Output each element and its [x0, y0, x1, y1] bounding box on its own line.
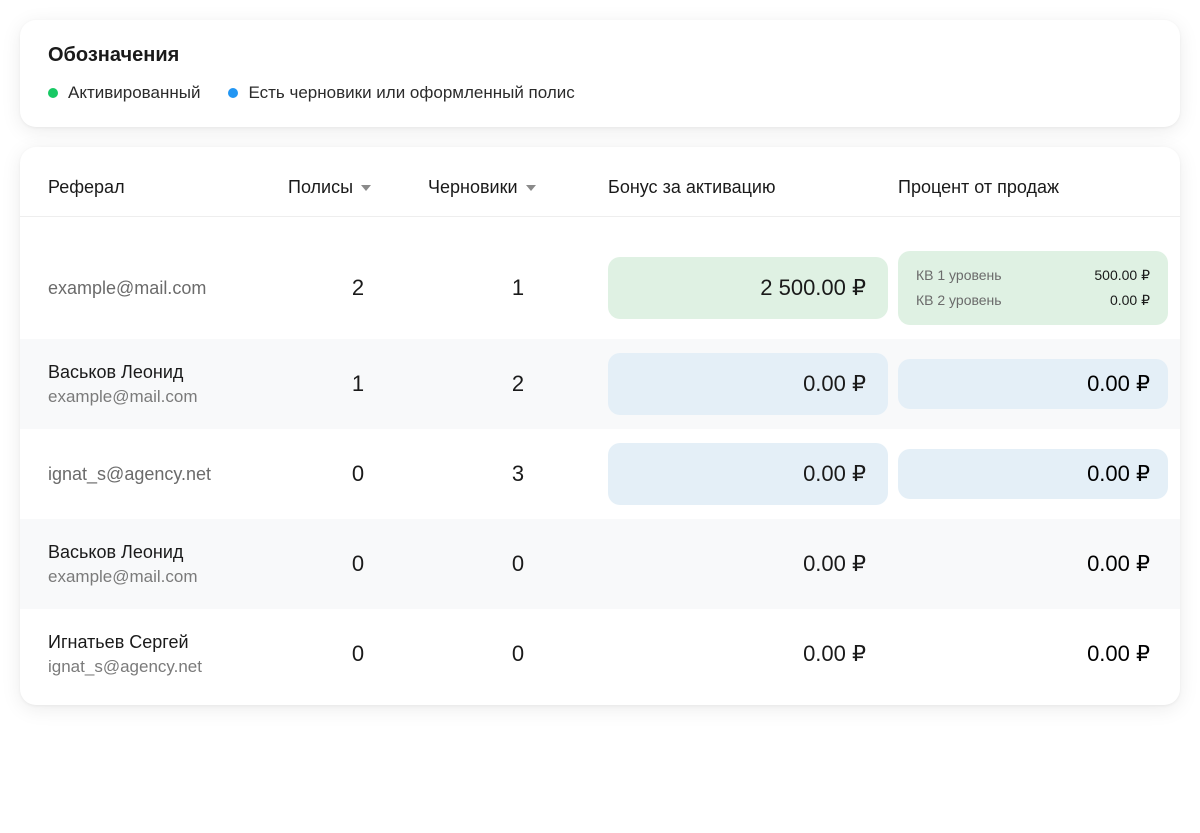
referral-cell: ignat_s@agency.net	[48, 464, 288, 485]
kv-level-1: КВ 1 уровень500.00 ₽	[916, 263, 1150, 288]
header-referral: Реферал	[48, 177, 288, 198]
drafts-cell: 1	[428, 275, 608, 301]
drafts-cell: 2	[428, 371, 608, 397]
policies-cell: 1	[288, 371, 428, 397]
referral-cell: example@mail.com	[48, 278, 288, 299]
bonus-cell: 0.00 ₽	[608, 623, 888, 685]
table-row[interactable]: example@mail.com212 500.00 ₽КВ 1 уровень…	[20, 237, 1180, 339]
referral-name: Васьков Леонид	[48, 542, 288, 563]
header-policies-label: Полисы	[288, 177, 353, 198]
referral-email: example@mail.com	[48, 387, 288, 407]
bonus-cell: 2 500.00 ₽	[608, 257, 888, 319]
referral-email: ignat_s@agency.net	[48, 464, 288, 485]
drafts-cell: 0	[428, 551, 608, 577]
policies-cell: 0	[288, 551, 428, 577]
referrals-table: Реферал Полисы Черновики Бонус за актива…	[20, 147, 1180, 705]
policies-cell: 0	[288, 461, 428, 487]
referral-name: Игнатьев Сергей	[48, 632, 288, 653]
percent-cell: 0.00 ₽	[898, 629, 1178, 679]
header-drafts[interactable]: Черновики	[428, 177, 608, 198]
table-row[interactable]: Игнатьев Сергейignat_s@agency.net000.00 …	[20, 609, 1180, 699]
bonus-cell: 0.00 ₽	[608, 443, 888, 505]
percent-cell: 0.00 ₽	[898, 449, 1178, 499]
referral-email: ignat_s@agency.net	[48, 657, 288, 677]
referral-email: example@mail.com	[48, 567, 288, 587]
header-policies[interactable]: Полисы	[288, 177, 428, 198]
table-row[interactable]: ignat_s@agency.net030.00 ₽0.00 ₽	[20, 429, 1180, 519]
referral-email: example@mail.com	[48, 278, 288, 299]
caret-down-icon	[526, 185, 536, 191]
legend-title: Обозначения	[48, 44, 1152, 67]
policies-cell: 0	[288, 641, 428, 667]
referral-cell: Васьков Леонид example@mail.com	[48, 542, 288, 587]
header-bonus: Бонус за активацию	[608, 177, 898, 198]
drafts-cell: 3	[428, 461, 608, 487]
legend-item-drafts: Есть черновики или оформленный полис	[228, 83, 574, 103]
bonus-cell: 0.00 ₽	[608, 533, 888, 595]
referral-cell: Игнатьев Сергей ignat_s@agency.net	[48, 632, 288, 677]
table-header: Реферал Полисы Черновики Бонус за актива…	[20, 167, 1180, 217]
kv-level-2: КВ 2 уровень0.00 ₽	[916, 288, 1150, 313]
percent-cell: КВ 1 уровень500.00 ₽КВ 2 уровень0.00 ₽	[898, 251, 1178, 325]
legend-label: Есть черновики или оформленный полис	[248, 83, 574, 103]
table-body: example@mail.com212 500.00 ₽КВ 1 уровень…	[20, 227, 1180, 699]
percent-cell: 0.00 ₽	[898, 539, 1178, 589]
drafts-cell: 0	[428, 641, 608, 667]
legend-label: Активированный	[68, 83, 200, 103]
legend-card: Обозначения Активированный Есть черновик…	[20, 20, 1180, 127]
referral-cell: Васьков Леонид example@mail.com	[48, 362, 288, 407]
legend-item-activated: Активированный	[48, 83, 200, 103]
header-percent: Процент от продаж	[898, 177, 1178, 198]
percent-cell: 0.00 ₽	[898, 359, 1178, 409]
caret-down-icon	[361, 185, 371, 191]
legend-items: Активированный Есть черновики или оформл…	[48, 83, 1152, 103]
bonus-cell: 0.00 ₽	[608, 353, 888, 415]
table-row[interactable]: Васьков Леонидexample@mail.com000.00 ₽0.…	[20, 519, 1180, 609]
dot-green-icon	[48, 88, 58, 98]
header-drafts-label: Черновики	[428, 177, 518, 198]
referral-name: Васьков Леонид	[48, 362, 288, 383]
policies-cell: 2	[288, 275, 428, 301]
dot-blue-icon	[228, 88, 238, 98]
table-row[interactable]: Васьков Леонидexample@mail.com120.00 ₽0.…	[20, 339, 1180, 429]
